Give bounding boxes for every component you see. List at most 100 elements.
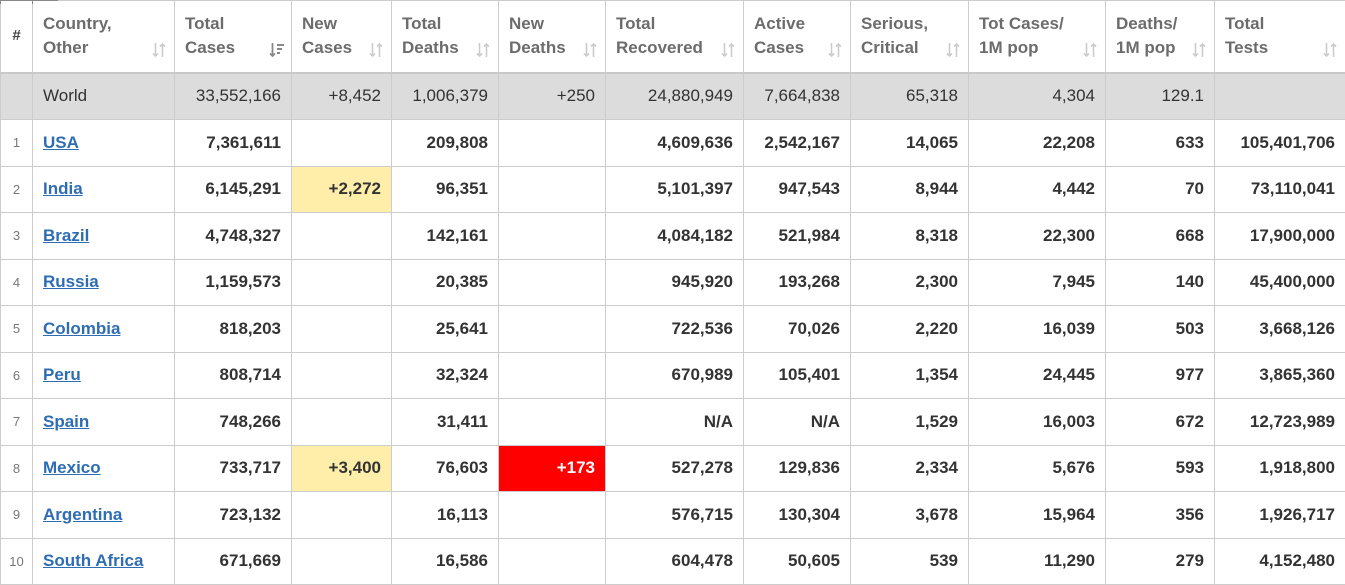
cell-new-deaths: +173 [499,445,606,492]
header-new-deaths[interactable]: NewDeaths [499,1,606,73]
sort-arrows-icon[interactable] [152,42,166,58]
cell-new-cases: +3,400 [292,445,392,492]
header-row: # Country,Other TotalCases NewCases Tota… [1,1,1345,73]
header-label-line1: Total [1225,14,1264,33]
cell-total-recovered: 4,609,636 [606,120,744,167]
table-row: 1USA7,361,611209,8084,609,6362,542,16714… [1,120,1345,167]
cell-total-tests: 3,865,360 [1215,352,1345,399]
sort-arrows-icon[interactable] [1192,42,1206,58]
header-active-cases[interactable]: ActiveCases [744,1,851,73]
sort-arrows-icon[interactable] [369,42,383,58]
cell-total-recovered: 5,101,397 [606,166,744,213]
header-total-tests[interactable]: Total Tests [1215,1,1345,73]
cell-new-deaths [499,259,606,306]
row-index: 3 [1,213,33,260]
country-link[interactable]: Colombia [43,319,120,338]
header-index-label: # [12,27,20,44]
cell-serious-critical: 1,354 [851,352,969,399]
header-label-line1: Total [402,14,441,33]
header-total-cases[interactable]: Total Cases [175,1,292,73]
cell-active-cases: 521,984 [744,213,851,260]
cell-serious-critical: 14,065 [851,120,969,167]
country-link[interactable]: India [43,179,83,198]
row-index: 10 [1,538,33,585]
country-link[interactable]: Mexico [43,458,101,477]
cell-cases-per-million: 4,442 [969,166,1106,213]
cell-new-deaths [499,120,606,167]
header-label-line1: Total [185,14,224,33]
cell-deaths-per-million: 279 [1106,538,1215,585]
sort-arrows-icon[interactable] [583,42,597,58]
header-label-line1: Deaths/ [1116,14,1177,33]
cell-total-recovered: 722,536 [606,306,744,353]
header-country[interactable]: Country,Other [33,1,175,73]
header-label-line2: Cases [185,38,235,57]
cell-cases-per-million: 4,304 [969,73,1106,120]
table-header: # Country,Other TotalCases NewCases Tota… [1,1,1345,73]
table-row: 5Colombia818,20325,641722,53670,0262,220… [1,306,1345,353]
country-link[interactable]: Brazil [43,226,89,245]
cell-total-recovered: 527,278 [606,445,744,492]
cell-total-cases: 6,145,291 [175,166,292,213]
cell-total-cases: 1,159,573 [175,259,292,306]
cell-total-tests: 1,918,800 [1215,445,1345,492]
cell-total-tests: 12,723,989 [1215,399,1345,446]
header-deaths-per-million[interactable]: Deaths/1M pop [1106,1,1215,73]
row-index: 2 [1,166,33,213]
cell-new-cases [292,492,392,539]
cell-deaths-per-million: 503 [1106,306,1215,353]
header-total-recovered[interactable]: TotalRecovered [606,1,744,73]
cell-serious-critical: 1,529 [851,399,969,446]
cell-total-recovered: 4,084,182 [606,213,744,260]
cell-total-cases: 4,748,327 [175,213,292,260]
cell-total-tests: 73,110,041 [1215,166,1345,213]
country-link[interactable]: South Africa [43,551,143,570]
cell-total-deaths: 31,411 [392,399,499,446]
country-link[interactable]: USA [43,133,79,152]
header-label-line2: Critical [861,38,919,57]
cell-new-deaths [499,306,606,353]
country-link[interactable]: Argentina [43,505,122,524]
header-label-line2: Other [43,38,88,57]
sort-arrows-icon[interactable] [1083,42,1097,58]
header-label-line2: Tests [1225,38,1268,57]
sort-arrows-icon[interactable] [1323,42,1337,58]
sort-arrows-icon[interactable] [476,42,490,58]
header-cases-per-million[interactable]: Tot Cases/1M pop [969,1,1106,73]
header-label-line1: Tot Cases/ [979,14,1064,33]
cell-total-recovered: 576,715 [606,492,744,539]
cell-total-deaths: 16,586 [392,538,499,585]
cell-deaths-per-million: 977 [1106,352,1215,399]
row-index: 4 [1,259,33,306]
cell-deaths-per-million: 593 [1106,445,1215,492]
country-link[interactable]: Peru [43,365,81,384]
cell-active-cases: 130,304 [744,492,851,539]
header-serious-critical[interactable]: Serious,Critical [851,1,969,73]
cell-deaths-per-million: 129.1 [1106,73,1215,120]
cell-total-deaths: 142,161 [392,213,499,260]
header-new-cases[interactable]: NewCases [292,1,392,73]
cell-total-cases: 733,717 [175,445,292,492]
country-link[interactable]: Russia [43,272,99,291]
sort-arrows-icon[interactable] [828,42,842,58]
header-total-deaths[interactable]: TotalDeaths [392,1,499,73]
country-link[interactable]: Spain [43,412,89,431]
cell-active-cases: 947,543 [744,166,851,213]
header-label-line2: Cases [754,38,804,57]
cell-cases-per-million: 5,676 [969,445,1106,492]
cell-total-cases: 33,552,166 [175,73,292,120]
cell-deaths-per-million: 70 [1106,166,1215,213]
cell-country: Peru [33,352,175,399]
table-row: 8Mexico733,717+3,40076,603+173527,278129… [1,445,1345,492]
sort-arrows-icon[interactable] [946,42,960,58]
cell-new-cases [292,306,392,353]
sort-arrows-icon[interactable] [721,42,735,58]
cell-country: Colombia [33,306,175,353]
cell-total-deaths: 25,641 [392,306,499,353]
world-label: World [33,73,175,120]
header-label-line1: New [509,14,544,33]
cell-cases-per-million: 24,445 [969,352,1106,399]
cell-deaths-per-million: 356 [1106,492,1215,539]
cell-serious-critical: 8,944 [851,166,969,213]
sort-descending-icon[interactable] [269,42,283,58]
